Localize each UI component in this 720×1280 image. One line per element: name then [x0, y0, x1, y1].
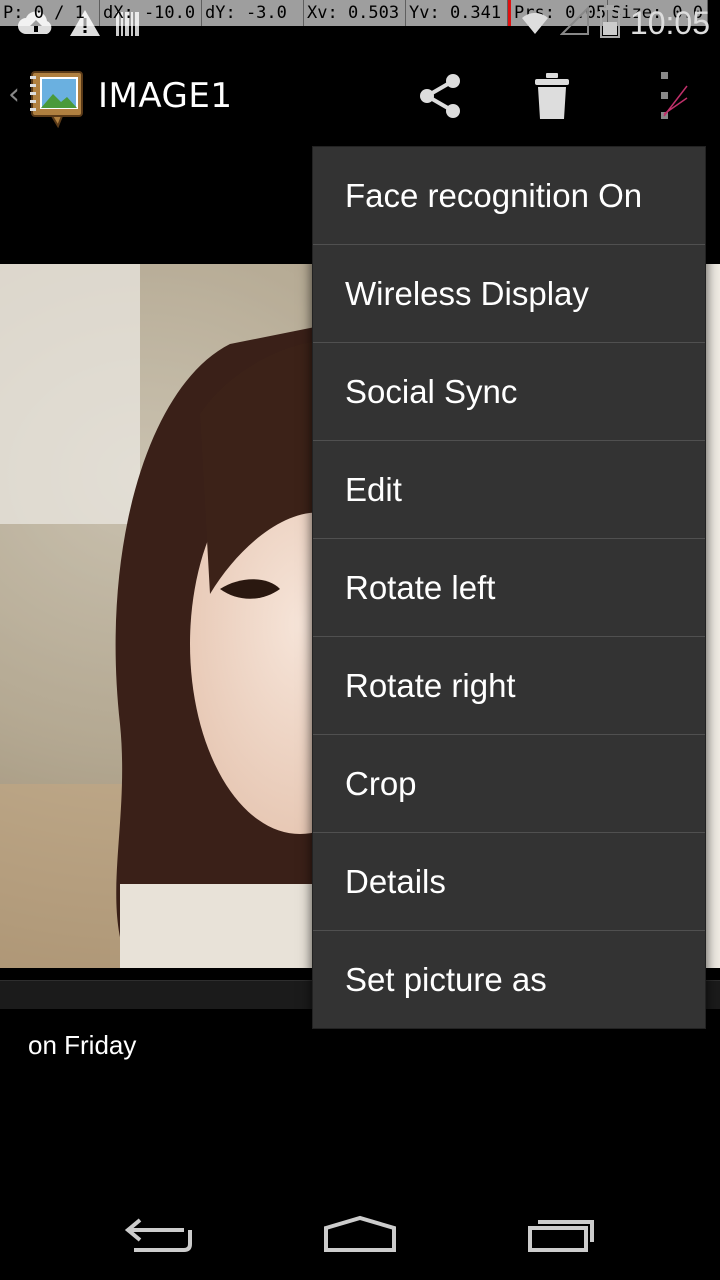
pointer-yv: Yv: 0.341	[406, 0, 508, 26]
gallery-app-icon[interactable]	[28, 68, 86, 129]
menu-item-rotate-left[interactable]: Rotate left	[313, 539, 705, 637]
menu-item-set-picture-as[interactable]: Set picture as	[313, 931, 705, 1028]
recent-apps-icon	[526, 1214, 598, 1258]
pointer-xv: Xv: 0.503	[304, 0, 406, 26]
back-icon	[124, 1214, 196, 1258]
delete-icon	[532, 71, 572, 125]
recent-apps-button[interactable]	[502, 1204, 622, 1268]
overflow-menu-button[interactable]	[636, 70, 692, 126]
share-icon	[415, 71, 465, 125]
menu-item-crop[interactable]: Crop	[313, 735, 705, 833]
menu-item-social-sync[interactable]: Social Sync	[313, 343, 705, 441]
photo-date: on Friday	[28, 1030, 137, 1060]
pointer-dy: dY: -3.0	[202, 0, 304, 26]
pointer-dx: dX: -10.0	[100, 0, 202, 26]
menu-item-wireless-display[interactable]: Wireless Display	[313, 245, 705, 343]
home-button[interactable]	[300, 1204, 420, 1268]
wifi-icon	[520, 6, 550, 40]
menu-item-details[interactable]: Details	[313, 833, 705, 931]
menu-item-face-recognition[interactable]: Face recognition On	[313, 147, 705, 245]
up-navigation-icon[interactable]: ‹	[8, 80, 20, 110]
clock: 10:05	[629, 4, 710, 41]
overflow-menu-icon	[639, 68, 689, 128]
share-button[interactable]	[412, 70, 468, 126]
navigation-bar	[0, 1190, 720, 1280]
menu-item-edit[interactable]: Edit	[313, 441, 705, 539]
battery-icon	[599, 4, 620, 42]
image-title: IMAGE1	[98, 76, 233, 116]
status-bar: P: 0 / 1 dX: -10.0 dY: -3.0 Xv: 0.503 Yv…	[0, 0, 720, 50]
home-icon	[322, 1214, 398, 1258]
pointer-count: P: 0 / 1	[0, 0, 100, 26]
action-bar: ‹ IMAGE1	[0, 50, 720, 146]
back-button[interactable]	[100, 1204, 220, 1268]
delete-button[interactable]	[524, 70, 580, 126]
signal-icon	[559, 5, 590, 40]
menu-item-rotate-right[interactable]: Rotate right	[313, 637, 705, 735]
overflow-menu: Face recognition On Wireless Display Soc…	[312, 146, 706, 1029]
system-icons: 10:05	[520, 4, 710, 42]
